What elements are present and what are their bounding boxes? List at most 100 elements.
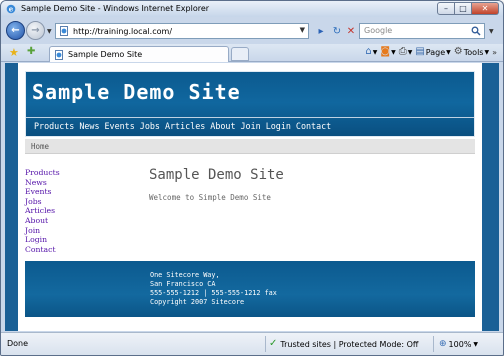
page-menu-icon: ▤ — [415, 46, 425, 57]
footer-copyright: Copyright 2007 Sitecore — [150, 298, 245, 306]
top-nav-jobs[interactable]: Jobs — [140, 121, 160, 131]
tab-label[interactable]: Sample Demo Site — [68, 50, 142, 59]
status-bar: Done ✓ Trusted sites | Protected Mode: O… — [1, 332, 503, 355]
left-nav-news[interactable]: News — [25, 178, 60, 188]
trusted-check-icon: ✓ — [269, 338, 278, 349]
site-title: Sample Demo Site — [32, 80, 241, 104]
go-button[interactable]: ▸ — [314, 24, 328, 38]
search-options-dropdown-icon[interactable]: ▼ — [489, 28, 494, 35]
home-button[interactable]: ⌂ ▼ — [365, 47, 377, 57]
zoom-icon: ⊕ — [439, 339, 447, 349]
toolbar-overflow-icon[interactable]: » — [492, 48, 497, 57]
ie-logo-icon: e — [6, 5, 16, 14]
left-nav-articles[interactable]: Articles — [25, 206, 60, 216]
breadcrumb: Home — [25, 139, 475, 154]
home-icon: ⌂ — [365, 46, 372, 57]
stop-button[interactable]: ✕ — [344, 24, 358, 38]
favorites-star-icon[interactable]: ★ — [9, 47, 19, 58]
svg-text:e: e — [9, 5, 14, 14]
zoom-dropdown-icon[interactable]: ▼ — [473, 341, 478, 348]
left-nav-products[interactable]: Products — [25, 168, 60, 178]
forward-button[interactable]: → — [26, 21, 45, 40]
zoom-level[interactable]: 100% — [449, 340, 472, 349]
add-favorite-icon[interactable]: ✚ — [27, 47, 35, 57]
feeds-dropdown-icon[interactable]: ▼ — [391, 49, 396, 56]
header-divider — [26, 117, 474, 118]
address-dropdown-icon[interactable]: ▼ — [300, 26, 305, 34]
search-placeholder[interactable]: Google — [364, 26, 392, 35]
top-nav-articles[interactable]: Articles — [165, 121, 205, 131]
site-footer: One Sitecore Way, San Francisco CA 555-5… — [25, 261, 475, 317]
left-nav-login[interactable]: Login — [25, 235, 60, 245]
minimize-button[interactable]: – — [437, 2, 455, 15]
minimize-icon: – — [444, 3, 448, 13]
maximize-icon: □ — [459, 3, 467, 13]
top-nav-login[interactable]: Login — [266, 121, 291, 131]
close-button[interactable]: ✕ — [472, 2, 499, 15]
security-zone-label[interactable]: Trusted sites | Protected Mode: Off — [280, 340, 418, 349]
top-nav-events[interactable]: Events — [105, 121, 135, 131]
refresh-button[interactable]: ↻ — [330, 24, 344, 38]
top-nav: Products News Events Jobs Articles About… — [34, 121, 331, 131]
left-nav-contact[interactable]: Contact — [25, 245, 60, 255]
zoom-control[interactable]: ⊕ 100% ▼ — [439, 339, 478, 349]
tools-gear-icon: ⚙ — [453, 46, 463, 57]
home-dropdown-icon[interactable]: ▼ — [373, 49, 378, 56]
command-bar: ⌂ ▼ ◙ ▼ ⎙ ▼ ▤ Page ▼ ⚙ Tools ▼ » — [365, 47, 497, 57]
breadcrumb-home[interactable]: Home — [31, 142, 49, 151]
footer-phone-line: 555-555-1212 | 555-555-1212 fax — [150, 289, 277, 297]
close-icon: ✕ — [481, 3, 489, 13]
window-controls: – □ ✕ — [437, 2, 499, 15]
stop-icon: ✕ — [346, 25, 356, 37]
address-bar[interactable]: http://training.local.com/ ▼ — [55, 23, 309, 39]
page-menu-dropdown-icon[interactable]: ▼ — [446, 49, 451, 56]
print-dropdown-icon[interactable]: ▼ — [408, 49, 413, 56]
page-menu-button[interactable]: ▤ Page ▼ — [415, 47, 450, 57]
tools-menu-dropdown-icon[interactable]: ▼ — [484, 49, 489, 56]
top-nav-join[interactable]: Join — [241, 121, 261, 131]
left-nav-about[interactable]: About — [25, 216, 60, 226]
footer-address-line-1: One Sitecore Way, — [150, 271, 220, 279]
left-nav-join[interactable]: Join — [25, 226, 60, 236]
tab-page-icon — [55, 49, 63, 60]
browser-window: e Sample Demo Site - Windows Internet Ex… — [0, 0, 504, 356]
search-box[interactable]: Google — [359, 23, 485, 39]
refresh-icon: ↻ — [332, 25, 342, 37]
top-nav-about[interactable]: About — [210, 121, 235, 131]
rss-icon: ◙ — [380, 46, 391, 57]
tools-menu-button[interactable]: ⚙ Tools ▼ — [454, 47, 489, 57]
site-page: Sample Demo Site Products News Events Jo… — [18, 63, 482, 331]
tab-row: ★ ✚ Sample Demo Site ⌂ ▼ ◙ ▼ ⎙ ▼ ▤ Page ▼ ⚙ To… — [1, 44, 503, 62]
page-viewport: Sample Demo Site Products News Events Jo… — [5, 63, 499, 331]
search-icon[interactable] — [471, 26, 481, 36]
tab-active[interactable]: Sample Demo Site — [49, 46, 229, 62]
status-divider-2 — [433, 336, 434, 352]
left-nav: Products News Events Jobs Articles About… — [25, 168, 60, 254]
page-menu-label[interactable]: Page — [426, 48, 445, 57]
security-zone[interactable]: ✓ Trusted sites | Protected Mode: Off — [269, 339, 418, 349]
feeds-button[interactable]: ◙ ▼ — [380, 47, 395, 57]
top-nav-products[interactable]: Products — [34, 121, 74, 131]
top-nav-news[interactable]: News — [79, 121, 99, 131]
print-button[interactable]: ⎙ ▼ — [399, 47, 413, 57]
window-title: Sample Demo Site - Windows Internet Expl… — [21, 4, 210, 13]
welcome-text: Welcome to Simple Demo Site — [149, 193, 271, 202]
maximize-button[interactable]: □ — [455, 2, 472, 15]
main-title: Sample Demo Site — [149, 167, 284, 183]
top-nav-contact[interactable]: Contact — [296, 121, 331, 131]
left-nav-jobs[interactable]: Jobs — [25, 197, 60, 207]
site-header: Sample Demo Site Products News Events Jo… — [25, 71, 475, 137]
address-url[interactable]: http://training.local.com/ — [73, 27, 172, 36]
tools-menu-label[interactable]: Tools — [464, 48, 484, 57]
address-row: ← → ▼ http://training.local.com/ ▼ ▸ ↻ ✕… — [1, 18, 503, 44]
recent-pages-dropdown-icon[interactable]: ▼ — [47, 28, 52, 35]
back-button[interactable]: ← — [6, 21, 25, 40]
forward-arrow-icon: → — [31, 25, 40, 36]
go-arrow-icon: ▸ — [318, 25, 324, 37]
new-tab-button[interactable] — [231, 47, 249, 61]
title-bar: e Sample Demo Site - Windows Internet Ex… — [1, 1, 503, 17]
footer-address-line-2: San Francisco CA — [150, 280, 216, 288]
left-nav-events[interactable]: Events — [25, 187, 60, 197]
page-icon — [60, 26, 68, 36]
status-text: Done — [7, 339, 29, 348]
